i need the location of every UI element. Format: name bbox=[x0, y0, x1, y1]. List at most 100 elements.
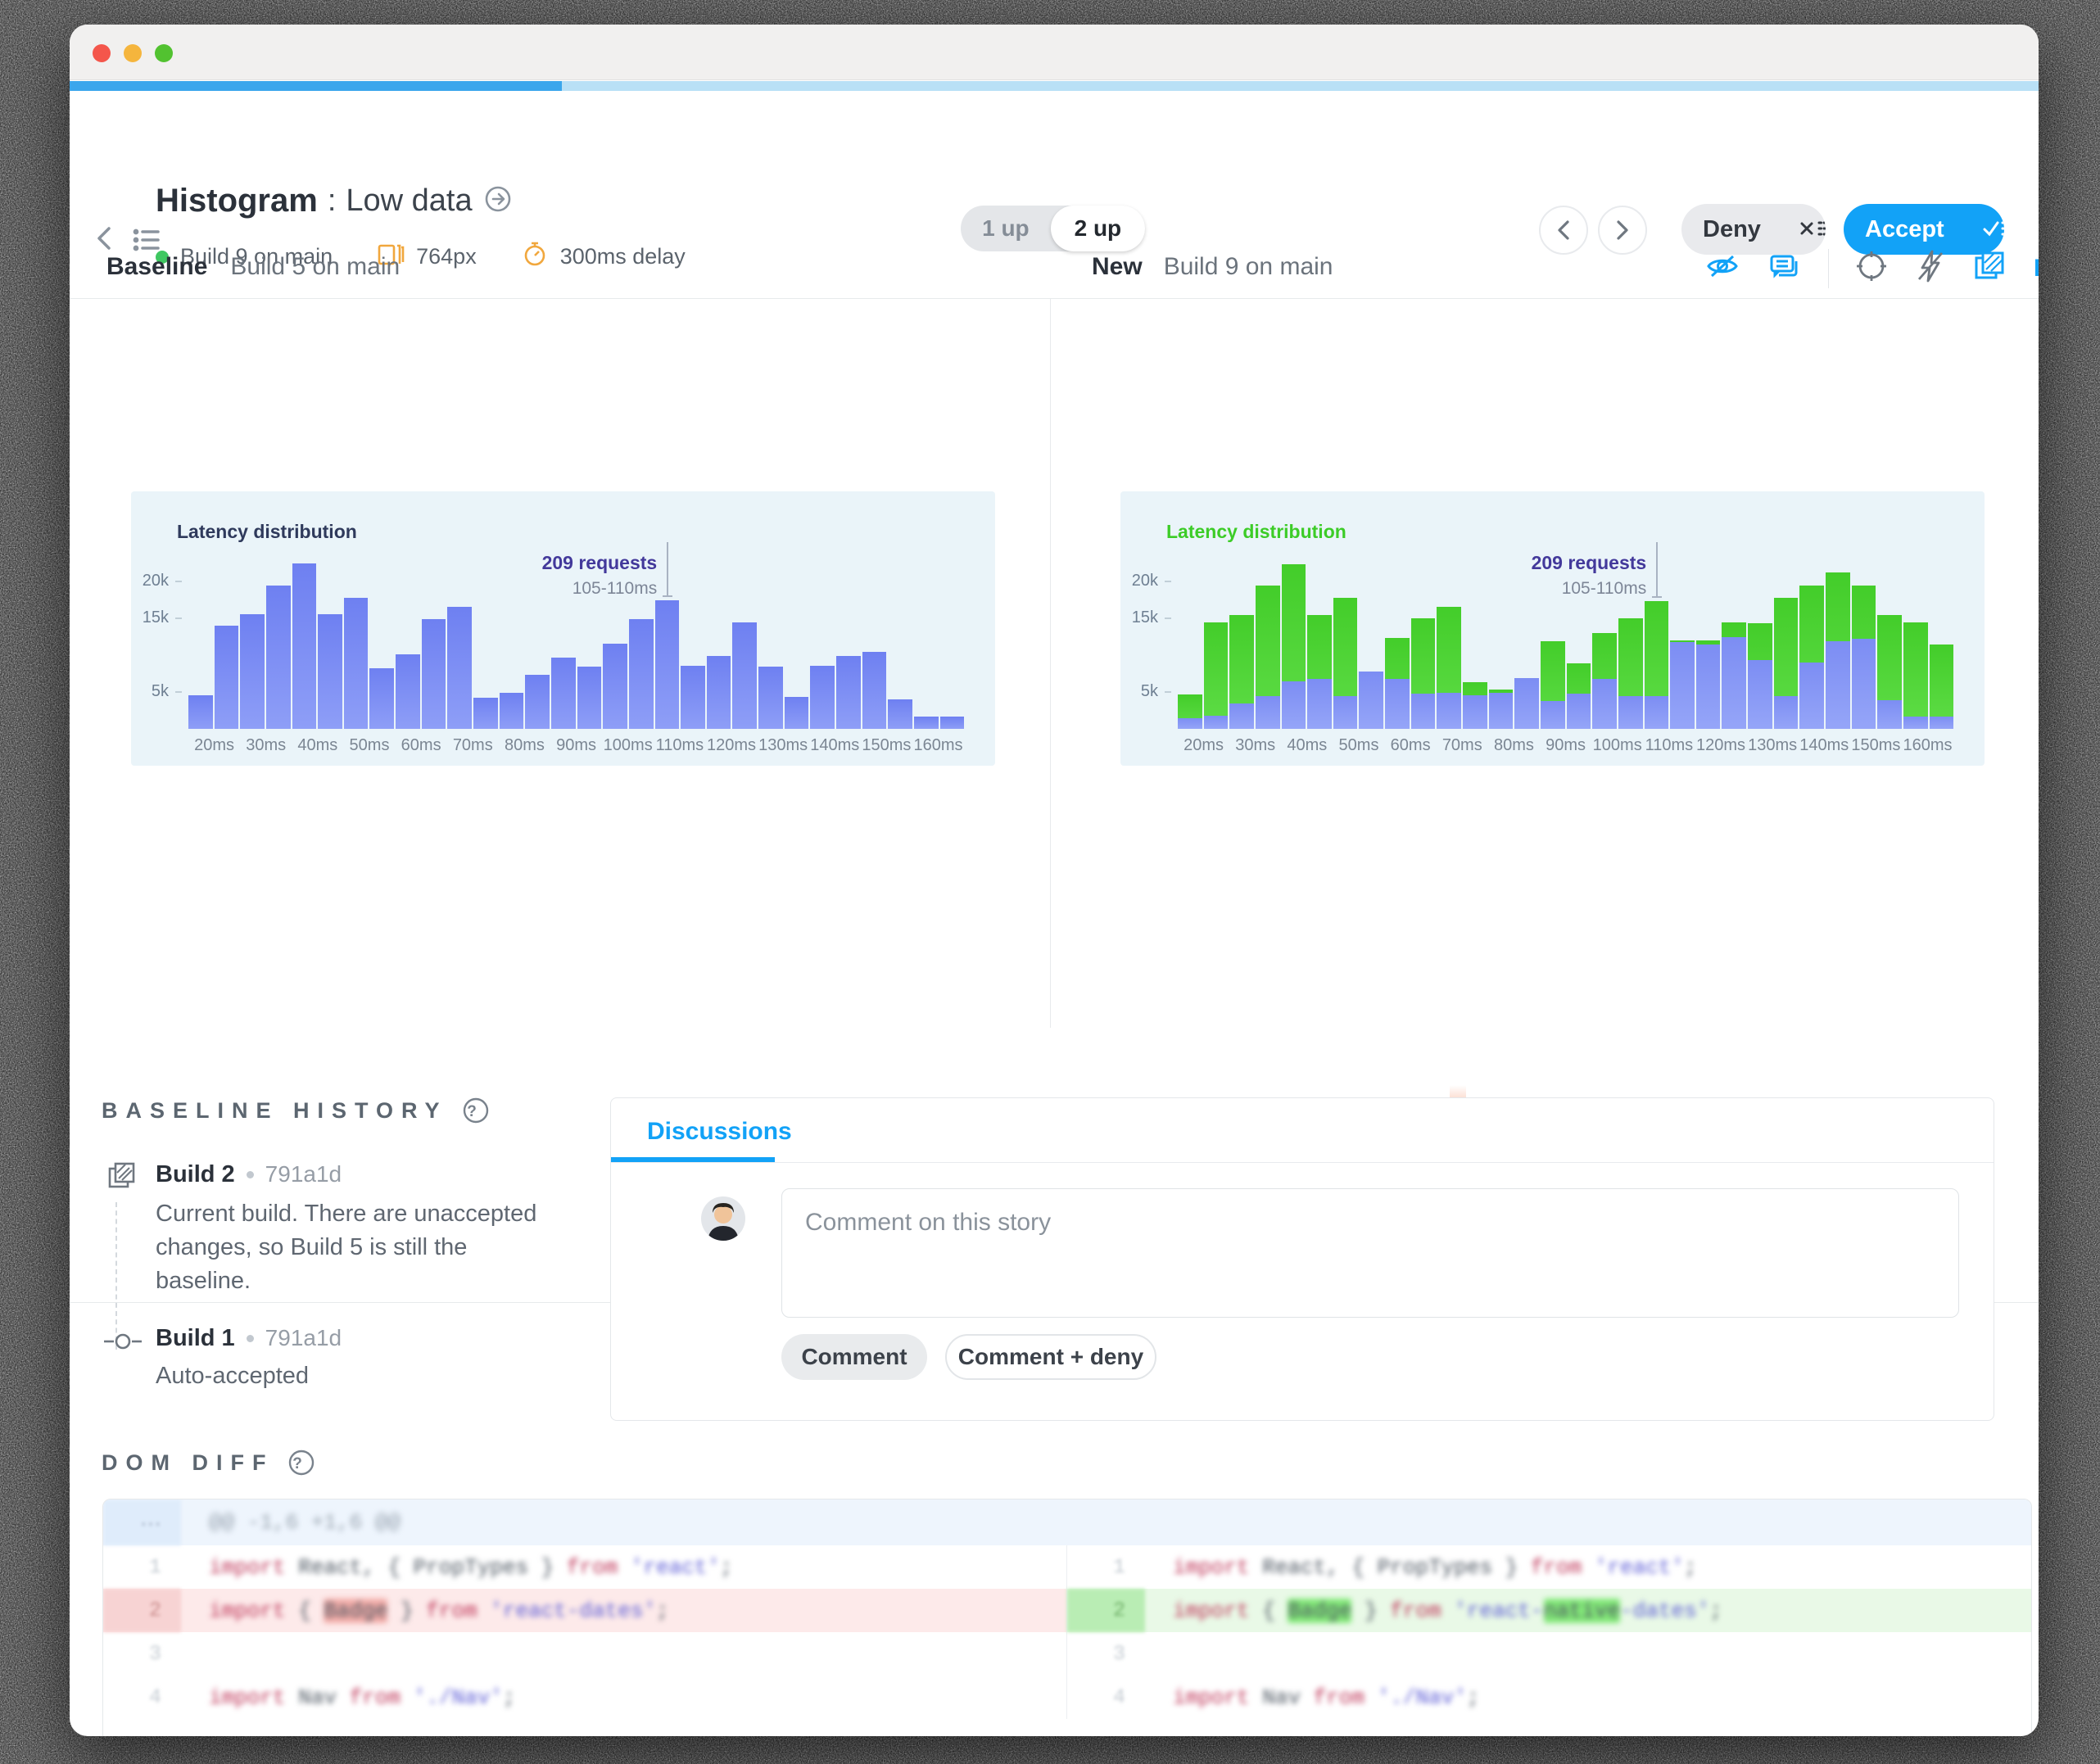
build2-description: Current build. There are unaccepted chan… bbox=[156, 1201, 537, 1294]
histogram-bar bbox=[550, 657, 576, 729]
comment-button[interactable]: Comment bbox=[781, 1334, 927, 1380]
y-axis-tick: 5k bbox=[151, 682, 169, 700]
histogram-bar bbox=[1488, 692, 1514, 729]
build1-commit[interactable]: 791a1d bbox=[265, 1325, 342, 1351]
histogram-bar bbox=[681, 665, 705, 729]
histogram-bar bbox=[1385, 678, 1410, 729]
snapshot-panels: Latency distribution 20k 15k 5k 20ms 30ms 40ms… bbox=[70, 299, 2039, 1303]
build2-commit[interactable]: 791a1d bbox=[265, 1161, 342, 1187]
hunk-header: @@ -1,6 +1,6 @@ bbox=[209, 1510, 401, 1535]
histogram-bar bbox=[939, 716, 965, 729]
y-axis-tick: 15k bbox=[142, 608, 169, 626]
histogram-bar bbox=[862, 652, 887, 729]
x-axis-tick: 110ms bbox=[1645, 736, 1694, 754]
histogram-bar bbox=[214, 626, 239, 729]
x-axis-tick: 30ms bbox=[246, 736, 287, 754]
histogram-bar bbox=[1799, 663, 1825, 729]
x-axis-tick: 60ms bbox=[1390, 736, 1431, 754]
new-snapshot[interactable]: Latency distribution 20k 15k 5k 20ms 30ms 40ms… bbox=[1120, 491, 1985, 766]
build1-label: Build 1 bbox=[156, 1325, 235, 1351]
histogram-bar bbox=[1203, 715, 1229, 729]
x-axis-tick: 130ms bbox=[1748, 736, 1798, 754]
histogram-bar bbox=[628, 618, 654, 729]
svg-text:?: ? bbox=[467, 1103, 485, 1120]
story-title: Histogram : Low data bbox=[156, 183, 514, 219]
histogram-bar bbox=[1281, 681, 1306, 729]
histogram-bar bbox=[1514, 677, 1539, 729]
comment-deny-button[interactable]: Comment + deny bbox=[945, 1334, 1156, 1380]
new-label: New bbox=[1092, 253, 1143, 280]
story-permalink-icon[interactable] bbox=[482, 183, 514, 219]
commit-node-icon bbox=[102, 1327, 143, 1360]
close-window-button[interactable] bbox=[93, 44, 111, 62]
hunk-gutter: ··· bbox=[103, 1499, 181, 1545]
x-axis-tick: 160ms bbox=[1903, 736, 1953, 754]
histogram-bar bbox=[1359, 671, 1384, 729]
histogram-bar bbox=[1722, 636, 1747, 729]
dom-diff-viewer[interactable]: ··· @@ -1,6 +1,6 @@ 1 import React, { Pro… bbox=[102, 1499, 2032, 1736]
histogram-bar bbox=[1229, 703, 1254, 729]
diff-icon[interactable] bbox=[1971, 248, 2009, 288]
diff-toggle-label[interactable]: Diff bbox=[2034, 255, 2039, 283]
comments-icon[interactable] bbox=[1766, 250, 1804, 287]
focus-crosshair-icon[interactable] bbox=[1853, 248, 1890, 288]
y-axis-tick: 20k bbox=[1131, 572, 1158, 590]
discussions-panel: Discussions Comment Comment + deny bbox=[610, 1097, 1994, 1421]
help-icon[interactable]: ? bbox=[461, 1096, 491, 1125]
x-axis-tick: 20ms bbox=[194, 736, 235, 754]
histogram-bar bbox=[265, 586, 291, 729]
histogram-bar bbox=[1410, 693, 1436, 729]
baseline-snapshot[interactable]: Latency distribution 20k 15k 5k 20ms 30ms 40ms… bbox=[131, 491, 995, 766]
histogram-bar bbox=[784, 697, 809, 729]
histogram-bar bbox=[603, 643, 627, 729]
histogram-bar bbox=[1307, 678, 1332, 729]
x-axis-tick: 30ms bbox=[1235, 736, 1276, 754]
histogram-bar bbox=[810, 665, 835, 729]
diff-code-line: 1 import React, { PropTypes } from 'react… bbox=[148, 1554, 733, 1580]
dom-diff-heading: DOM DIFF ? bbox=[102, 1448, 316, 1477]
histogram-bar bbox=[577, 667, 602, 729]
histogram-bar bbox=[1748, 660, 1772, 729]
baseline-history-title: BASELINE HISTORY bbox=[102, 1097, 448, 1123]
diff-left-column: 1 import React, { PropTypes } from 'react… bbox=[103, 1545, 1067, 1719]
histogram-bar bbox=[1437, 692, 1462, 729]
diff-code-line: 2 import { Badge } from 'react-native-dat… bbox=[1067, 1589, 2031, 1632]
toolbar-divider bbox=[1828, 248, 1829, 288]
story-header: Histogram : Low data Build 9 on main 764… bbox=[70, 91, 2039, 269]
hide-diff-eye-off-icon[interactable] bbox=[1704, 250, 1741, 287]
histogram-bar bbox=[1851, 639, 1876, 729]
histogram-bar bbox=[369, 668, 395, 729]
histogram-bar bbox=[240, 613, 265, 729]
x-axis-tick: 140ms bbox=[810, 736, 860, 754]
baseline-history-heading: BASELINE HISTORY ? bbox=[102, 1096, 491, 1125]
y-axis-tick: 5k bbox=[1140, 682, 1158, 700]
build1-description: Auto-accepted bbox=[156, 1363, 310, 1389]
histogram-bar bbox=[1618, 696, 1643, 729]
histogram-bar bbox=[292, 563, 317, 729]
x-axis-tick: 20ms bbox=[1184, 736, 1224, 754]
build-progress-track bbox=[70, 81, 2039, 91]
animations-off-icon[interactable] bbox=[1914, 248, 1947, 288]
help-icon[interactable]: ? bbox=[287, 1448, 316, 1477]
history-item-build2[interactable]: Build 2 791a1d bbox=[156, 1161, 342, 1188]
histogram-bar bbox=[1773, 696, 1799, 729]
minimize-window-button[interactable] bbox=[124, 44, 142, 62]
annotation-leader-line bbox=[667, 542, 669, 596]
histogram-bar bbox=[525, 675, 550, 729]
diff-code-line: 1 import React, { PropTypes } from 'react… bbox=[1112, 1554, 1697, 1580]
avatar bbox=[701, 1196, 745, 1245]
tab-discussions[interactable]: Discussions bbox=[647, 1118, 792, 1146]
comment-input[interactable] bbox=[781, 1188, 1959, 1318]
histogram-bar bbox=[888, 699, 912, 729]
histogram-bar bbox=[1903, 622, 1928, 729]
histogram-bar bbox=[421, 618, 446, 729]
history-item-build1[interactable]: Build 1 791a1d bbox=[156, 1325, 342, 1352]
x-axis-tick: 40ms bbox=[297, 736, 338, 754]
y-axis-tick: 20k bbox=[142, 572, 169, 590]
diff-build-icon bbox=[105, 1159, 141, 1199]
histogram-bar bbox=[499, 692, 524, 729]
histogram-bar bbox=[1877, 699, 1902, 729]
zoom-window-button[interactable] bbox=[155, 44, 173, 62]
histogram-bar bbox=[1592, 678, 1617, 729]
chart-annotation: 209 requests 105-110ms bbox=[541, 552, 658, 598]
